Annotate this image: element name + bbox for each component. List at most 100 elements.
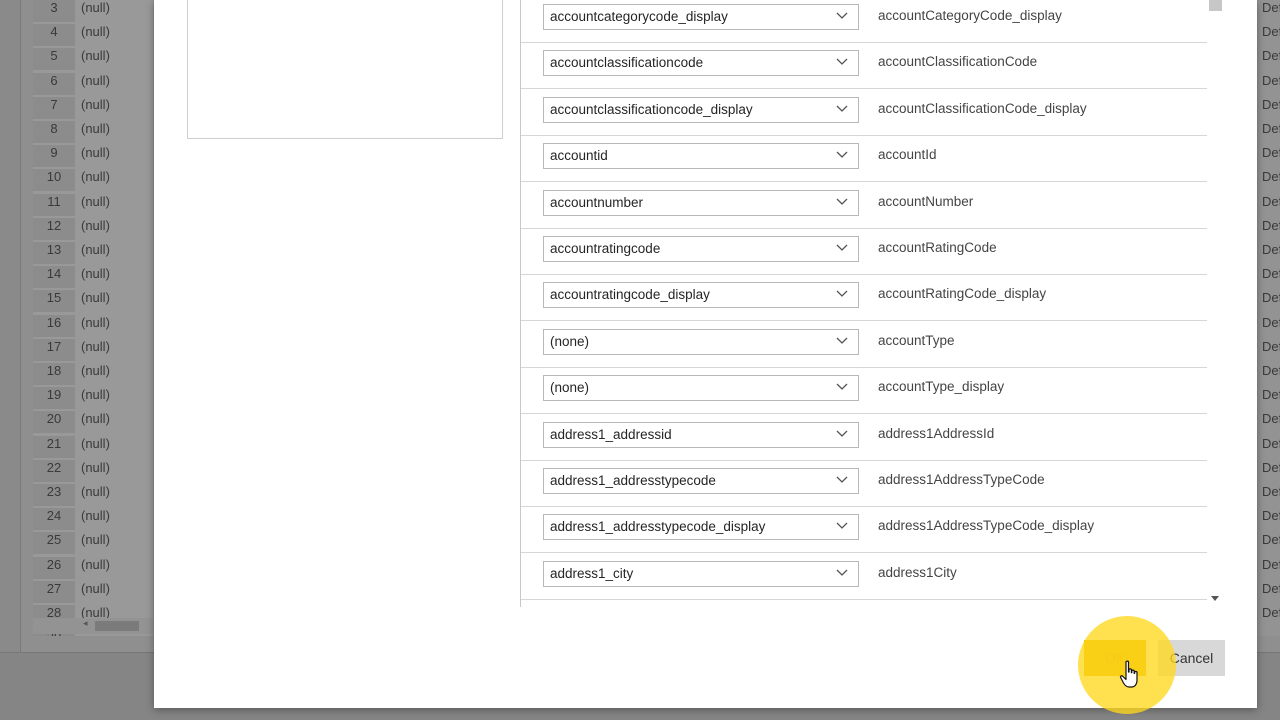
row-value: (null) — [81, 556, 110, 572]
chevron-down-icon[interactable] — [836, 430, 848, 438]
row-number: 20 — [33, 411, 75, 434]
chevron-down-icon[interactable] — [836, 476, 848, 484]
background-grid-row: 5 (null) — [33, 44, 153, 71]
background-horizontal-scrollbar: ◂ — [33, 618, 153, 634]
chevron-down-icon[interactable] — [836, 151, 848, 159]
chevron-down-icon[interactable] — [836, 383, 848, 391]
source-column-dropdown[interactable]: accountratingcode_display — [543, 282, 859, 309]
chevron-down-icon[interactable] — [836, 569, 848, 577]
background-grid-row: 27 (null) — [33, 577, 153, 603]
mapping-row: accountratingcode accountRatingCode — [521, 228, 1207, 275]
source-column-dropdown[interactable]: accountclassificationcode_display — [543, 96, 859, 123]
target-column-name: accountType_display — [878, 379, 1005, 395]
mapping-row: address1_city address1City — [521, 553, 1207, 600]
background-cell-text: Def — [1262, 193, 1280, 209]
background-cell-text: Def — [1262, 217, 1280, 233]
row-value: (null) — [81, 290, 110, 306]
background-grid-row: 6 (null) — [33, 69, 153, 95]
source-column-dropdown[interactable]: accountid — [543, 143, 859, 170]
target-column-name: address1City — [878, 564, 957, 580]
dropdown-selected-value: accountclassificationcode — [550, 55, 704, 71]
mapping-list-scrollbar[interactable] — [1207, 0, 1224, 607]
row-value: (null) — [81, 72, 110, 88]
chevron-down-icon[interactable] — [836, 58, 848, 66]
target-column-name: accountNumber — [878, 193, 974, 209]
scrollbar-thumb[interactable] — [1209, 0, 1222, 11]
chevron-down-icon[interactable] — [836, 198, 848, 206]
mapping-row: accountclassificationcode accountClassifi… — [521, 42, 1207, 90]
row-value: (null) — [81, 435, 110, 451]
row-number: 6 — [33, 72, 75, 95]
source-column-dropdown[interactable]: accountclassificationcode — [543, 50, 859, 77]
background-grid-row: 26 (null) — [33, 553, 153, 579]
chevron-down-icon[interactable] — [836, 12, 848, 20]
chevron-down-icon[interactable] — [836, 290, 848, 298]
background-cell-text: Def — [1262, 0, 1280, 15]
mapping-row: address1_addresstypecode_display address1… — [521, 506, 1207, 554]
row-value: (null) — [81, 145, 110, 161]
row-value: (null) — [81, 484, 110, 499]
dropdown-selected-value: address1_addresstypecode — [550, 473, 716, 488]
row-value: (null) — [81, 580, 110, 596]
background-cell-text: Def — [1262, 556, 1280, 572]
dropdown-selected-value: address1_city — [550, 565, 634, 581]
background-cell-text: Def — [1262, 435, 1280, 451]
ok-button[interactable]: OK — [1084, 640, 1146, 676]
background-cell-text: Def — [1262, 121, 1280, 136]
source-column-dropdown[interactable]: accountnumber — [543, 189, 859, 216]
scroll-down-arrow-icon[interactable] — [1211, 596, 1219, 601]
mapping-list[interactable]: accountcategorycode_display accountCatego… — [520, 0, 1226, 607]
row-value: (null) — [81, 266, 110, 282]
row-number: 13 — [33, 242, 75, 264]
row-number: 16 — [33, 314, 75, 337]
row-value: (null) — [81, 193, 110, 209]
background-grid-row: 14 (null) — [33, 262, 153, 289]
background-grid-row: 23 (null) — [33, 480, 153, 506]
chevron-down-icon[interactable] — [836, 105, 848, 113]
source-column-dropdown[interactable]: (none) — [543, 375, 859, 402]
row-number: 22 — [33, 459, 75, 482]
row-value: (null) — [81, 24, 110, 40]
background-grid-row: 20 (null) — [33, 407, 153, 434]
chevron-down-icon[interactable] — [836, 337, 848, 345]
background-cell-text: Def — [1262, 411, 1280, 427]
background-grid-row: 15 (null) — [33, 286, 153, 313]
target-column-name: accountClassificationCode_display — [878, 100, 1087, 116]
source-column-dropdown[interactable]: accountcategorycode_display — [543, 4, 859, 30]
background-grid-row: 11 (null) — [33, 190, 153, 216]
source-column-dropdown[interactable]: address1_addressid — [543, 421, 859, 448]
dropdown-selected-value: accountid — [550, 148, 608, 164]
source-column-dropdown[interactable]: (none) — [543, 328, 859, 355]
target-column-name: accountCategoryCode_display — [878, 8, 1062, 23]
background-grid-row: 13 (null) — [33, 238, 153, 264]
chevron-down-icon[interactable] — [836, 244, 848, 252]
target-column-name: address1AddressTypeCode — [878, 472, 1045, 487]
row-number: 9 — [33, 145, 75, 168]
row-value: (null) — [81, 387, 110, 403]
background-grid-row: 22 (null) — [33, 456, 153, 482]
source-column-dropdown[interactable]: address1_city — [543, 560, 859, 587]
row-number: 23 — [33, 484, 75, 506]
background-grid-row: 9 (null) — [33, 141, 153, 168]
row-value: (null) — [81, 121, 110, 136]
background-grid-row: 25 (null) — [33, 528, 153, 555]
source-column-dropdown[interactable]: address1_addresstypecode_display — [543, 514, 859, 541]
background-grid-row: 3 (null) — [33, 0, 153, 22]
row-number: 7 — [33, 96, 75, 119]
source-column-dropdown[interactable]: accountratingcode — [543, 236, 859, 262]
background-scroll-thumb — [95, 621, 139, 631]
source-column-dropdown[interactable]: address1_addresstypecode — [543, 468, 859, 494]
row-number: 26 — [33, 556, 75, 579]
background-grid-row: 18 (null) — [33, 359, 153, 385]
row-number: 27 — [33, 580, 75, 603]
background-grid-row: 8 (null) — [33, 117, 153, 143]
row-value: (null) — [81, 363, 110, 378]
dropdown-selected-value: (none) — [550, 380, 590, 396]
background-left-pane — [0, 0, 21, 652]
dropdown-selected-value: (none) — [550, 333, 590, 349]
cancel-button[interactable]: Cancel — [1158, 640, 1225, 676]
row-number: 5 — [33, 48, 75, 71]
row-number: 12 — [33, 217, 75, 240]
row-value: (null) — [81, 314, 110, 330]
chevron-down-icon[interactable] — [836, 522, 848, 530]
